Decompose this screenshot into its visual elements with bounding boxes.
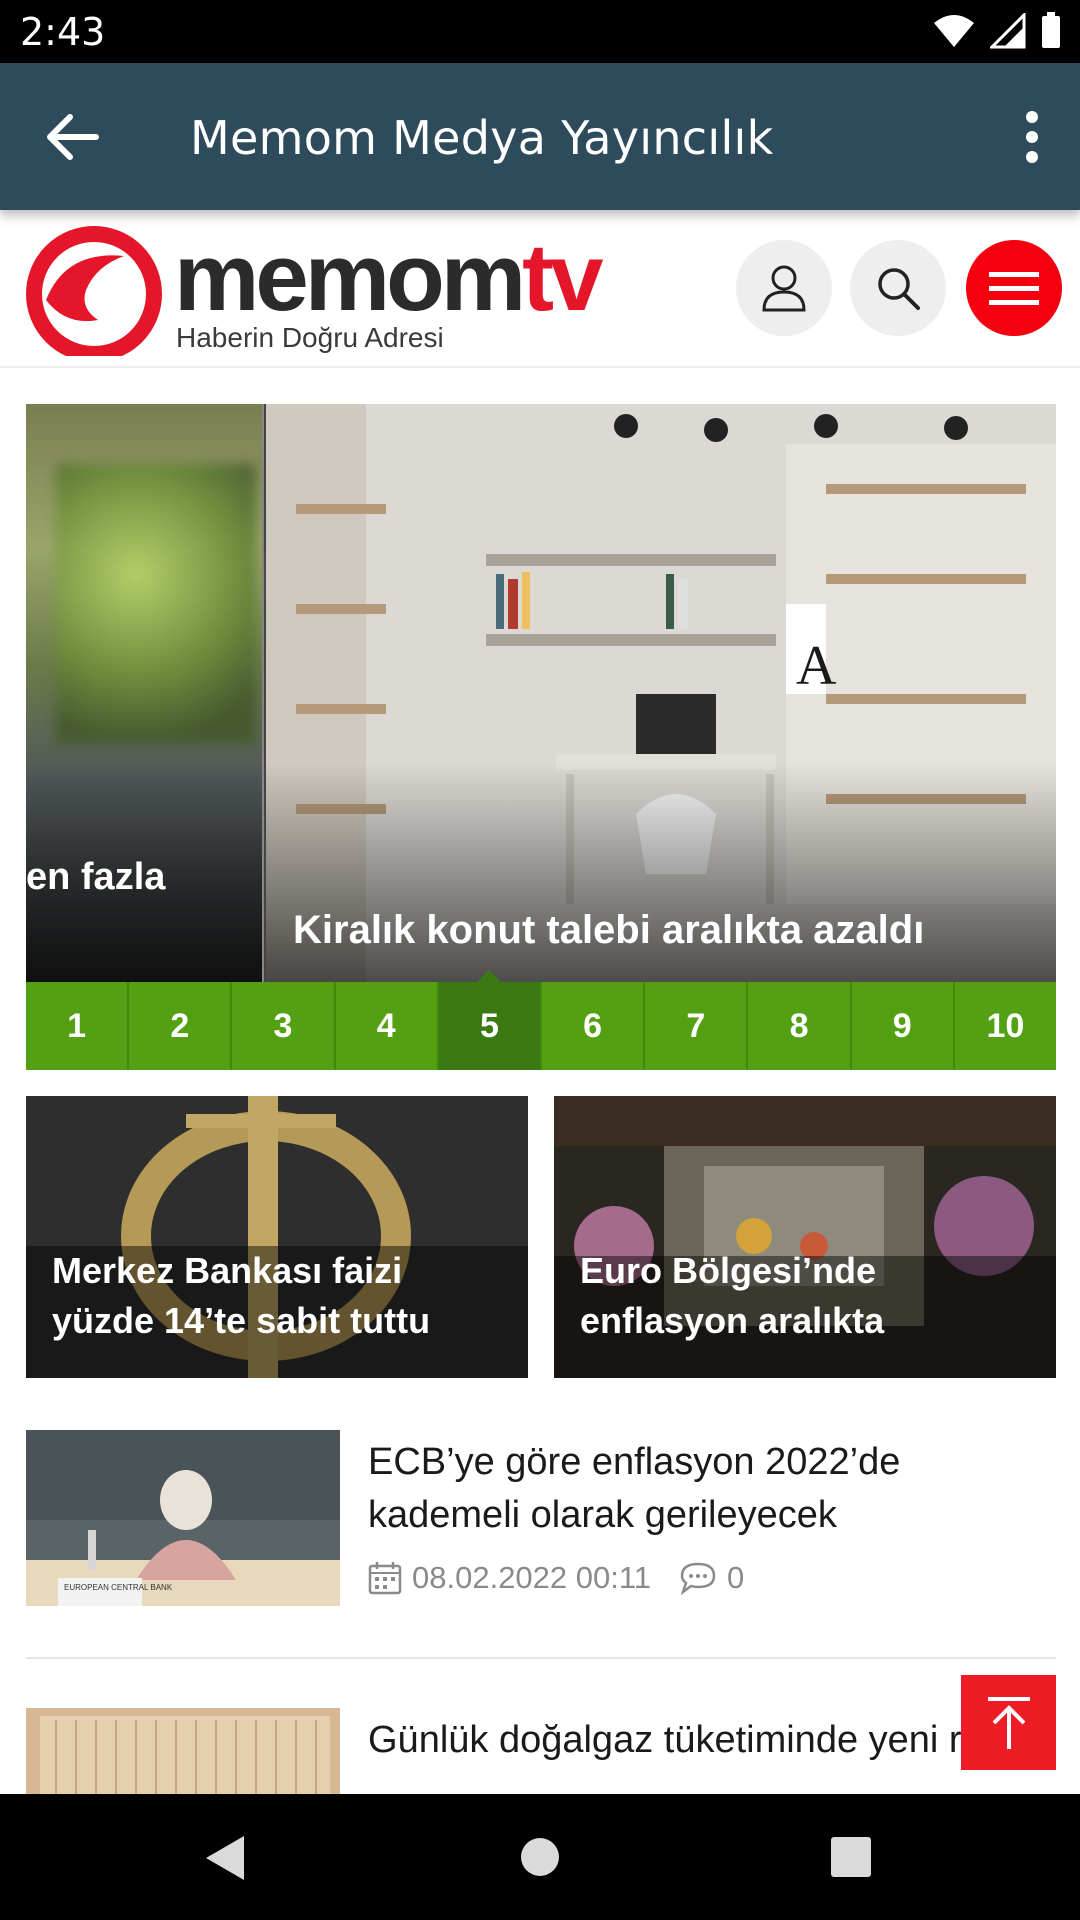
nav-back-icon[interactable]	[204, 1834, 248, 1882]
wifi-icon	[934, 15, 974, 47]
pager-item[interactable]: 4	[335, 982, 439, 1070]
pager-item[interactable]: 2	[129, 982, 233, 1070]
pager-item-active[interactable]: 5	[438, 970, 543, 1070]
nav-home-icon[interactable]	[519, 1836, 561, 1878]
ecb-sign-text: EUROPEAN CENTRAL BANK	[64, 1583, 173, 1592]
list-item-thumbnail[interactable]: EUROPEAN CENTRAL BANK	[26, 1430, 340, 1606]
nav-recents-icon[interactable]	[831, 1837, 871, 1877]
status-bar: 2:43	[0, 0, 1080, 63]
list-item-title[interactable]: ECB’ye göre enflasyon 2022’de kademeli o…	[368, 1436, 1056, 1542]
news-card-euro-inflation[interactable]: Euro Bölgesi’nde enflasyon aralıkta	[554, 1096, 1056, 1378]
pager-item[interactable]: 1	[26, 982, 130, 1070]
pager-item[interactable]: 7	[645, 982, 749, 1070]
comment-icon	[680, 1562, 716, 1595]
list-item-meta: 08.02.2022 00:11 0	[368, 1560, 744, 1596]
thumbnail-image	[26, 1708, 340, 1794]
previous-slide-image[interactable]: en fazla	[26, 404, 264, 982]
list-item-comment-count: 0	[727, 1560, 745, 1595]
calendar-icon	[368, 1562, 402, 1595]
card-title: Euro Bölgesi’nde enflasyon aralıkta	[580, 1250, 885, 1342]
list-item[interactable]: EUROPEAN CENTRAL BANK ECB’ye göre enflas…	[26, 1430, 1056, 1606]
card-title: Merkez Bankası faizi yüzde 14’te sabit t…	[52, 1250, 431, 1342]
list-item-thumbnail[interactable]	[26, 1708, 340, 1794]
site-logo[interactable]: memomtv Haberin Doğru Adresi	[26, 226, 646, 356]
pager-item[interactable]: 10	[954, 982, 1057, 1070]
logo-mark-icon	[26, 226, 162, 356]
battery-icon	[1042, 12, 1060, 48]
system-nav-bar	[0, 1794, 1080, 1920]
svg-text:A: A	[796, 635, 837, 697]
logo-wordmark: memomtv	[174, 224, 603, 331]
search-button[interactable]	[850, 240, 946, 336]
app-title: Memom Medya Yayıncılık	[190, 111, 774, 165]
pager-item[interactable]: 6	[542, 982, 646, 1070]
thumbnail-image: EUROPEAN CENTRAL BANK	[26, 1430, 340, 1606]
previous-slide-caption: en fazla	[26, 856, 166, 898]
search-icon	[878, 268, 920, 310]
slider-pager: 1 2 3 4 5 6 7 8 9 10	[26, 970, 1057, 1070]
user-icon	[762, 265, 806, 312]
scroll-to-top-button[interactable]	[961, 1675, 1056, 1770]
pager-item[interactable]: 3	[232, 982, 336, 1070]
status-icons	[932, 12, 1062, 50]
site-header: memomtv Haberin Doğru Adresi	[0, 210, 1080, 368]
signal-icon	[990, 13, 1026, 49]
current-slide-image[interactable]: A	[266, 404, 1056, 982]
pager-item[interactable]: 9	[851, 982, 955, 1070]
list-item-date: 08.02.2022 00:11	[412, 1560, 652, 1595]
arrow-up-icon	[987, 1696, 1030, 1749]
back-arrow-icon[interactable]	[44, 111, 100, 163]
news-card-central-bank[interactable]: Merkez Bankası faizi yüzde 14’te sabit t…	[26, 1096, 528, 1378]
logo-tagline: Haberin Doğru Adresi	[176, 322, 444, 353]
list-divider	[26, 1657, 1056, 1659]
more-options-icon[interactable]	[1024, 109, 1040, 165]
app-bar: Memom Medya Yayıncılık	[0, 63, 1080, 210]
headline-slider[interactable]: en fazla A Kiralık konut talebi aralıkta…	[26, 404, 1056, 982]
user-account-button[interactable]	[736, 240, 832, 336]
list-item[interactable]: Günlük doğalgaz tüketiminde yeni rekor	[26, 1708, 1056, 1794]
slide-caption[interactable]: Kiralık konut talebi aralıkta azaldı	[293, 908, 924, 953]
hamburger-icon	[989, 272, 1039, 305]
pager-item[interactable]: 8	[748, 982, 852, 1070]
list-item-title[interactable]: Günlük doğalgaz tüketiminde yeni rekor	[368, 1714, 1056, 1767]
status-time: 2:43	[20, 10, 106, 54]
menu-button[interactable]	[966, 240, 1062, 336]
